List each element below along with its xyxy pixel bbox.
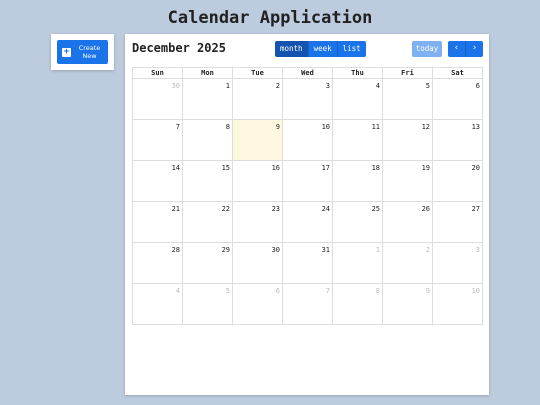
day-cell[interactable]: 3 <box>433 243 483 284</box>
day-cell[interactable]: 28 <box>133 243 183 284</box>
week-row: 7 8 9 10 11 12 13 <box>133 120 483 161</box>
day-cell[interactable]: 26 <box>383 202 433 243</box>
view-week-button[interactable]: week <box>308 41 338 57</box>
plus-icon: + <box>62 46 71 57</box>
week-row: 14 15 16 17 18 19 20 <box>133 161 483 202</box>
sidebar-panel: + Create New <box>51 34 114 70</box>
day-cell[interactable]: 9 <box>233 120 283 161</box>
day-cell[interactable]: 2 <box>233 79 283 120</box>
day-cell[interactable]: 4 <box>333 79 383 120</box>
day-cell[interactable]: 8 <box>333 284 383 325</box>
day-cell[interactable]: 6 <box>233 284 283 325</box>
day-cell[interactable]: 4 <box>133 284 183 325</box>
day-cell[interactable]: 31 <box>283 243 333 284</box>
weekday-header-row: Sun Mon Tue Wed Thu Fri Sat <box>133 68 483 79</box>
view-list-button[interactable]: list <box>337 41 366 57</box>
month-nav: ‹ › <box>448 41 483 57</box>
month-title: December 2025 <box>132 41 226 55</box>
day-cell[interactable]: 17 <box>283 161 333 202</box>
create-new-button[interactable]: + Create New <box>57 40 108 64</box>
day-cell[interactable]: 8 <box>183 120 233 161</box>
day-cell[interactable]: 23 <box>233 202 283 243</box>
day-cell[interactable]: 22 <box>183 202 233 243</box>
day-cell[interactable]: 15 <box>183 161 233 202</box>
day-cell[interactable]: 5 <box>383 79 433 120</box>
day-cell[interactable]: 30 <box>233 243 283 284</box>
weekday-header: Tue <box>233 68 283 79</box>
day-cell[interactable]: 30 <box>133 79 183 120</box>
prev-month-button[interactable]: ‹ <box>448 41 465 57</box>
view-month-button[interactable]: month <box>275 41 309 57</box>
day-cell[interactable]: 12 <box>383 120 433 161</box>
chevron-left-icon: ‹ <box>453 43 460 53</box>
day-cell[interactable]: 20 <box>433 161 483 202</box>
next-month-button[interactable]: › <box>465 41 483 57</box>
day-cell[interactable]: 2 <box>383 243 433 284</box>
day-cell[interactable]: 29 <box>183 243 233 284</box>
weekday-header: Sat <box>433 68 483 79</box>
day-cell[interactable]: 7 <box>283 284 333 325</box>
weekday-header: Sun <box>133 68 183 79</box>
day-cell[interactable]: 18 <box>333 161 383 202</box>
week-row: 28 29 30 31 1 2 3 <box>133 243 483 284</box>
create-new-label: Create New <box>78 44 101 60</box>
week-row: 21 22 23 24 25 26 27 <box>133 202 483 243</box>
day-cell[interactable]: 10 <box>283 120 333 161</box>
day-cell[interactable]: 21 <box>133 202 183 243</box>
day-cell[interactable]: 3 <box>283 79 333 120</box>
weekday-header: Fri <box>383 68 433 79</box>
day-cell[interactable]: 16 <box>233 161 283 202</box>
calendar-panel: December 2025 month week list today ‹ › … <box>125 34 489 395</box>
day-cell[interactable]: 14 <box>133 161 183 202</box>
day-cell[interactable]: 7 <box>133 120 183 161</box>
weekday-header: Thu <box>333 68 383 79</box>
day-cell[interactable]: 1 <box>333 243 383 284</box>
day-cell[interactable]: 11 <box>333 120 383 161</box>
weekday-header: Mon <box>183 68 233 79</box>
day-cell[interactable]: 13 <box>433 120 483 161</box>
day-cell[interactable]: 24 <box>283 202 333 243</box>
weekday-header: Wed <box>283 68 333 79</box>
day-cell[interactable]: 25 <box>333 202 383 243</box>
day-cell[interactable]: 6 <box>433 79 483 120</box>
calendar-grid: Sun Mon Tue Wed Thu Fri Sat 30 1 2 3 4 5 6 7 8 9 10 11 12 1… <box>132 67 483 325</box>
day-cell[interactable]: 5 <box>183 284 233 325</box>
day-cell[interactable]: 9 <box>383 284 433 325</box>
day-cell[interactable]: 19 <box>383 161 433 202</box>
day-cell[interactable]: 1 <box>183 79 233 120</box>
chevron-right-icon: › <box>471 43 478 53</box>
day-cell[interactable]: 10 <box>433 284 483 325</box>
view-switcher: month week list <box>275 41 366 57</box>
app-title: Calendar Application <box>167 8 373 28</box>
week-row: 4 5 6 7 8 9 10 <box>133 284 483 325</box>
week-row: 30 1 2 3 4 5 6 <box>133 79 483 120</box>
today-button[interactable]: today <box>412 41 442 57</box>
day-cell[interactable]: 27 <box>433 202 483 243</box>
